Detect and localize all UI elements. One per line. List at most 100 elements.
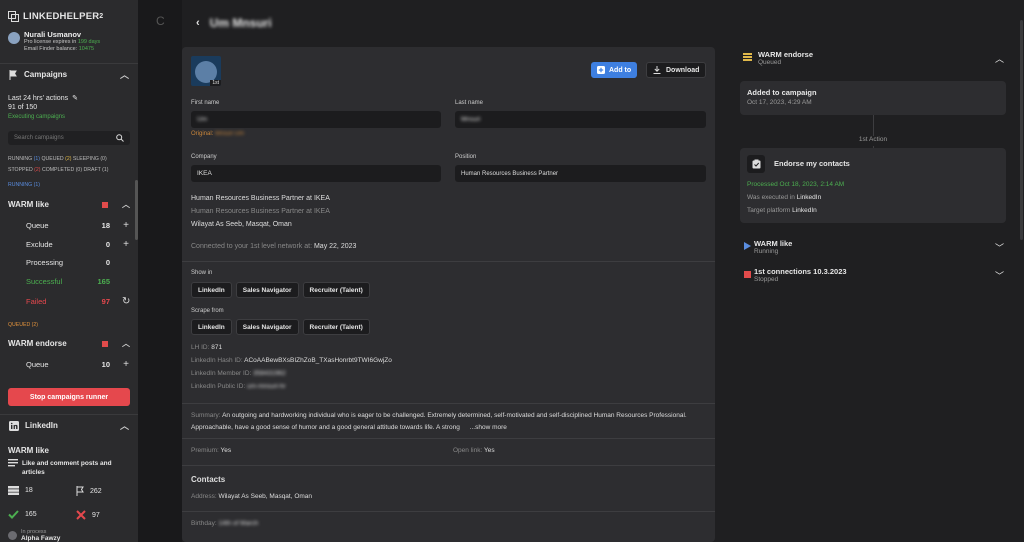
chevron-up-icon[interactable]: ︿ <box>120 68 129 81</box>
divider <box>182 511 715 512</box>
profile-photo[interactable]: 1st <box>191 56 221 86</box>
add-to-button[interactable]: Add to <box>591 62 638 78</box>
target-value: LinkedIn <box>792 207 817 214</box>
address-label: Address: <box>191 493 217 500</box>
clipboard-icon <box>747 155 765 173</box>
user-name: Nurali Usmanov <box>24 30 82 39</box>
birthday-value: 14th of March <box>218 520 259 527</box>
user-info[interactable]: Nurali Usmanov Pro license expires in 19… <box>8 30 100 53</box>
counter-processing[interactable]: Processing 0 <box>26 258 130 267</box>
campaign-name[interactable]: WARM like <box>8 200 49 209</box>
last-name-label: Last name <box>455 100 484 106</box>
stop-icon[interactable] <box>102 201 108 208</box>
add-to-label: Add to <box>609 66 632 74</box>
plus-icon[interactable]: + <box>122 359 130 370</box>
chevron-up-icon[interactable]: ︿ <box>122 338 130 349</box>
plus-icon[interactable]: + <box>122 239 130 250</box>
show-more-link[interactable]: ...show more <box>470 424 507 431</box>
counter-label: Successful <box>26 277 63 286</box>
search-input[interactable]: Search campaigns <box>8 131 130 145</box>
stat-stopped-n: (2) <box>34 167 41 173</box>
member-label: LinkedIn Member ID: <box>191 370 252 377</box>
company-field[interactable]: IKEA <box>191 165 441 182</box>
history-camp-name: 1st connections 10.3.2023 <box>754 267 847 276</box>
connected-info: Connected to your 1st level network at: … <box>191 243 356 250</box>
counter-label: Processing <box>26 258 64 267</box>
stat-draft[interactable]: DRAFT <box>84 167 101 173</box>
campaign-warm-endorse[interactable]: WARM endorse ︿ <box>8 338 130 349</box>
download-icon <box>653 66 661 74</box>
plus-icon[interactable]: + <box>122 220 130 231</box>
scrape-linkedin[interactable]: LinkedIn <box>191 319 232 335</box>
last-name-field[interactable]: Mnsuri <box>455 111 706 128</box>
back-icon[interactable]: ‹ <box>196 17 200 29</box>
history-camp-warm-endorse[interactable]: WARM endorse Queued ︿ <box>740 50 1006 66</box>
lk-campaign[interactable]: WARM like <box>8 446 49 455</box>
linkedin-icon <box>9 420 19 431</box>
show-in-recruiter[interactable]: Recruiter (Talent) <box>302 282 370 298</box>
flag-icon <box>76 486 85 496</box>
panel-scrollbar[interactable] <box>1020 20 1023 240</box>
member-id: LinkedIn Member ID: 358431962 <box>191 370 286 377</box>
lk-inprocess: In process Alpha Fawzy <box>8 529 60 542</box>
counter-value: 97 <box>101 297 110 306</box>
counter-value: 0 <box>105 240 110 249</box>
search-icon[interactable] <box>116 134 124 142</box>
profile-card: 1st Add to Download First name Um Origin… <box>182 47 715 542</box>
flag-icon <box>9 69 18 80</box>
chevron-up-icon[interactable]: ︿ <box>120 419 129 432</box>
campaign-warm-like[interactable]: WARM like ︿ <box>8 199 130 210</box>
position-field[interactable]: Human Resources Business Partner <box>455 165 706 182</box>
counter-queue-2[interactable]: Queue 10 + <box>26 359 130 370</box>
public-id: LinkedIn Public ID: um-mnsuri-hr <box>191 383 286 390</box>
counter-failed[interactable]: Failed 97 ↻ <box>26 296 130 307</box>
counter-successful[interactable]: Successful 165 <box>26 277 130 286</box>
profile-title-bar: ‹ Um Mnsuri <box>196 16 272 30</box>
campaigns-header[interactable]: Campaigns ︿ <box>0 63 138 85</box>
history-camp-warm-like[interactable]: WARM like Running ﹀ <box>740 239 1006 255</box>
stop-icon[interactable] <box>102 340 108 347</box>
history-camp-1st-connections[interactable]: 1st connections 10.3.2023 Stopped ﹀ <box>740 267 1006 283</box>
added-to-campaign-card: Added to campaign Oct 17, 2023, 4:29 AM <box>740 81 1006 115</box>
chevron-up-icon[interactable]: ︿ <box>122 199 130 210</box>
stat-sleeping[interactable]: SLEEPING <box>73 156 99 162</box>
stop-runner-button[interactable]: Stop campaigns runner <box>8 388 130 406</box>
scrape-recruiter[interactable]: Recruiter (Talent) <box>302 319 370 335</box>
lk-stat-ok: 165 <box>8 510 37 519</box>
campaign-name[interactable]: WARM endorse <box>8 339 67 348</box>
chevron-down-icon[interactable]: ﹀ <box>995 269 1004 282</box>
show-in-linkedin[interactable]: LinkedIn <box>191 282 232 298</box>
first-name-field[interactable]: Um <box>191 111 441 128</box>
stat-completed[interactable]: COMPLETED <box>42 167 74 173</box>
company-label: Company <box>191 154 217 160</box>
chevron-down-icon[interactable]: ﹀ <box>995 241 1004 254</box>
stat-stopped[interactable]: STOPPED <box>8 167 33 173</box>
show-in-chips: LinkedIn Sales Navigator Recruiter (Tale… <box>191 282 374 298</box>
avatar <box>8 531 17 540</box>
chevron-up-icon[interactable]: ︿ <box>995 52 1004 65</box>
license-days: 199 days <box>77 39 101 45</box>
action-target: Target platform LinkedIn <box>747 207 817 214</box>
page-title: Um Mnsuri <box>209 16 272 30</box>
scrape-sales-navigator[interactable]: Sales Navigator <box>235 319 299 335</box>
linkedin-header[interactable]: LinkedIn ︿ <box>0 414 138 436</box>
connected-date: May 22, 2023 <box>313 243 357 250</box>
pencil-icon[interactable]: ✎ <box>72 94 78 102</box>
show-in-sales-navigator[interactable]: Sales Navigator <box>235 282 299 298</box>
retry-icon[interactable]: ↻ <box>122 296 130 307</box>
stat-queued-n: (2) <box>65 156 72 162</box>
action-processed: Processed Oct 18, 2023, 2:14 AM <box>747 181 845 188</box>
action-title: Endorse my contacts <box>774 159 850 168</box>
actions-label: Last 24 hrs' actions <box>8 94 69 102</box>
counter-queue[interactable]: Queue 18 + <box>26 220 130 231</box>
stat-running[interactable]: RUNNING <box>8 156 32 162</box>
lk-stat-fail: 97 <box>76 510 100 520</box>
download-button[interactable]: Download <box>646 62 707 78</box>
stat-queued[interactable]: QUEUED <box>41 156 63 162</box>
counter-exclude[interactable]: Exclude 0 + <box>26 239 130 250</box>
history-camp-status: Stopped <box>754 276 779 283</box>
hash-label: LinkedIn Hash ID: <box>191 357 243 364</box>
lk-queue-value: 18 <box>25 487 33 494</box>
queued-stack-icon <box>740 50 754 64</box>
lh-id-label: LH ID: <box>191 344 210 351</box>
